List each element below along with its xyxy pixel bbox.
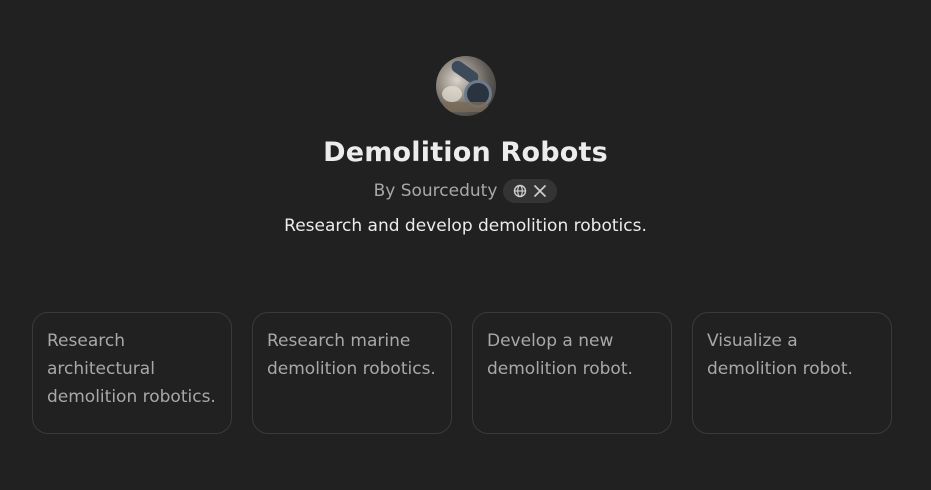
author-name[interactable]: Sourceduty <box>401 181 498 201</box>
author-prefix: By <box>373 181 396 201</box>
starter-card[interactable]: Visualize a demolition robot. <box>692 312 892 434</box>
gpt-description: Research and develop demolition robotics… <box>284 216 647 236</box>
globe-icon[interactable] <box>513 184 527 198</box>
author-links <box>503 179 558 203</box>
x-icon[interactable] <box>533 184 547 198</box>
gpt-header: Demolition Robots By Sourceduty Research… <box>0 56 931 237</box>
gpt-title: Demolition Robots <box>323 137 608 168</box>
conversation-starters: Research architectural demolition roboti… <box>32 312 892 434</box>
starter-card[interactable]: Develop a new demolition robot. <box>472 312 672 434</box>
gpt-avatar <box>435 56 496 116</box>
starter-card[interactable]: Research architectural demolition roboti… <box>32 312 232 434</box>
gpt-byline: By Sourceduty <box>374 179 558 203</box>
starter-card[interactable]: Research marine demolition robotics. <box>252 312 452 434</box>
